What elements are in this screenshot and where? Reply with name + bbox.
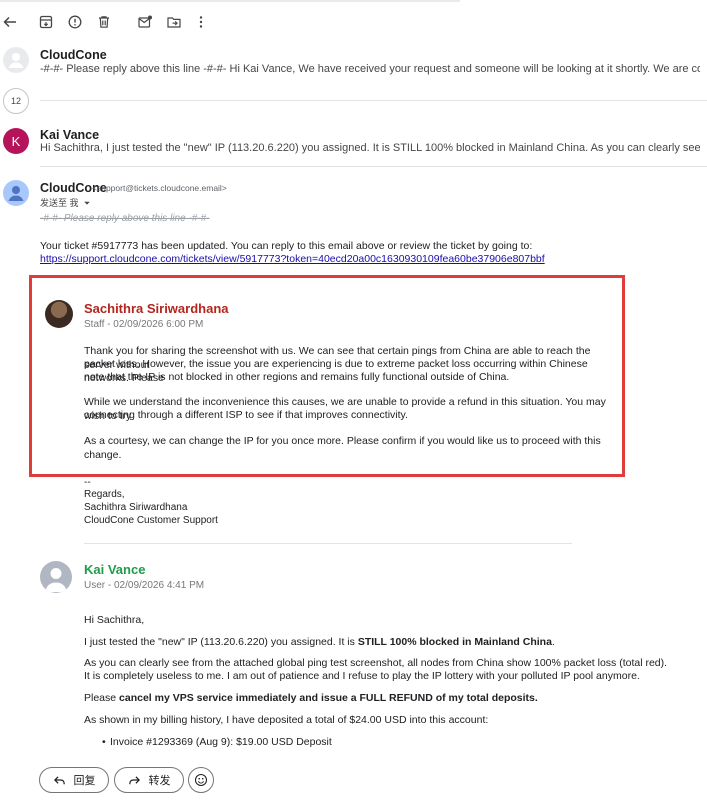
staff-paragraph-line: note that the IP is not blocked in other… [84,371,510,383]
person-icon [8,186,24,201]
sender-name: CloudCone [40,48,107,62]
message-divider [40,166,707,167]
text-run: Please [84,692,120,704]
toolbar [0,8,707,38]
list-item-text: Invoice #1293369 (Aug 9): $19.00 USD Dep… [110,736,332,748]
staff-reply-highlight: Sachithra Siriwardhana Staff - 02/09/202… [29,275,625,477]
chevron-down-icon [83,201,90,205]
back-icon[interactable] [0,8,24,36]
emoji-react-button[interactable] [188,767,214,793]
user-paragraph: Please cancel my VPS service immediately… [84,692,538,706]
bold-text-run: cancel my VPS service immediately and is… [119,692,538,704]
sender-email: <support@tickets.cloudcone.email> [92,183,227,193]
top-divider [0,0,460,2]
signature-name: Sachithra Siriwardhana [84,502,188,513]
report-icon[interactable] [61,8,89,36]
action-bar: 回复 转发 [0,762,707,800]
message-collapsed[interactable]: K Kai Vance Hi Sachithra, I just tested … [0,124,707,164]
staff-paragraph-line: As a courtesy, we can change the IP for … [84,435,601,461]
signature-team: CloudCone Customer Support [84,515,218,526]
emoji-icon [194,773,208,787]
reply-button[interactable]: 回复 [39,767,109,793]
user-meta: User - 02/09/2026 4:41 PM [84,580,205,591]
collapsed-divider [40,100,707,101]
reply-label: 回复 [73,775,96,787]
text-run: I just tested the "new" IP (113.20.6.220… [84,636,358,648]
ticket-link[interactable]: https://support.cloudcone.com/tickets/vi… [40,253,545,265]
message-snippet: Hi Sachithra, I just tested the "new" IP… [40,142,700,154]
person-icon [45,568,67,592]
forward-icon [128,775,140,784]
user-paragraph: As shown in my billing history, I have d… [84,714,489,726]
more-icon[interactable] [187,8,215,36]
sender-name: Kai Vance [40,128,100,142]
signature-regards: Regards, [84,489,125,500]
collapsed-messages-count[interactable]: 12 [3,88,29,114]
reply-separator [84,543,572,544]
staff-paragraph-line: connecting through a different ISP to se… [84,409,408,421]
staff-name: Sachithra Siriwardhana [84,301,229,316]
user-paragraph-line: As you can clearly see from the attached… [84,657,668,669]
move-to-icon[interactable] [160,8,188,36]
text-run: . [551,636,555,648]
user-greeting: Hi Sachithra, [84,614,145,626]
avatar: K [3,128,29,154]
delete-icon[interactable] [90,8,118,36]
message-collapsed[interactable]: CloudCone -#-#- Please reply above this … [0,44,707,80]
avatar [3,47,29,73]
person-icon [8,53,24,68]
reply-above-line: -#-#- Please reply above this line -#-#- [40,213,210,224]
user-paragraph: I just tested the "new" IP (113.20.6.220… [84,636,555,650]
recipients-dropdown[interactable]: 发送至 我 [40,196,91,209]
staff-meta: Staff - 02/09/2026 6:00 PM [84,319,204,330]
recipients-label: 发送至 我 [40,198,79,208]
list-item: • Invoice #1293369 (Aug 9): $19.00 USD D… [102,736,332,750]
forward-button[interactable]: 转发 [114,767,184,793]
archive-icon[interactable] [32,8,60,36]
user-name: Kai Vance [84,562,146,577]
message-snippet: -#-#- Please reply above this line -#-#-… [40,63,700,75]
avatar [3,180,29,206]
bullet: • [102,736,106,748]
staff-avatar [45,300,73,328]
bold-text-run: STILL 100% blocked in Mainland China [357,636,552,648]
mark-unread-icon[interactable] [131,8,159,36]
ticket-updated-text: Your ticket #5917773 has been updated. Y… [40,240,533,252]
user-paragraph-line: It is completely useless to me. I am out… [84,670,640,682]
reply-icon [53,775,65,784]
forward-label: 转发 [148,775,171,787]
user-avatar [40,561,72,593]
